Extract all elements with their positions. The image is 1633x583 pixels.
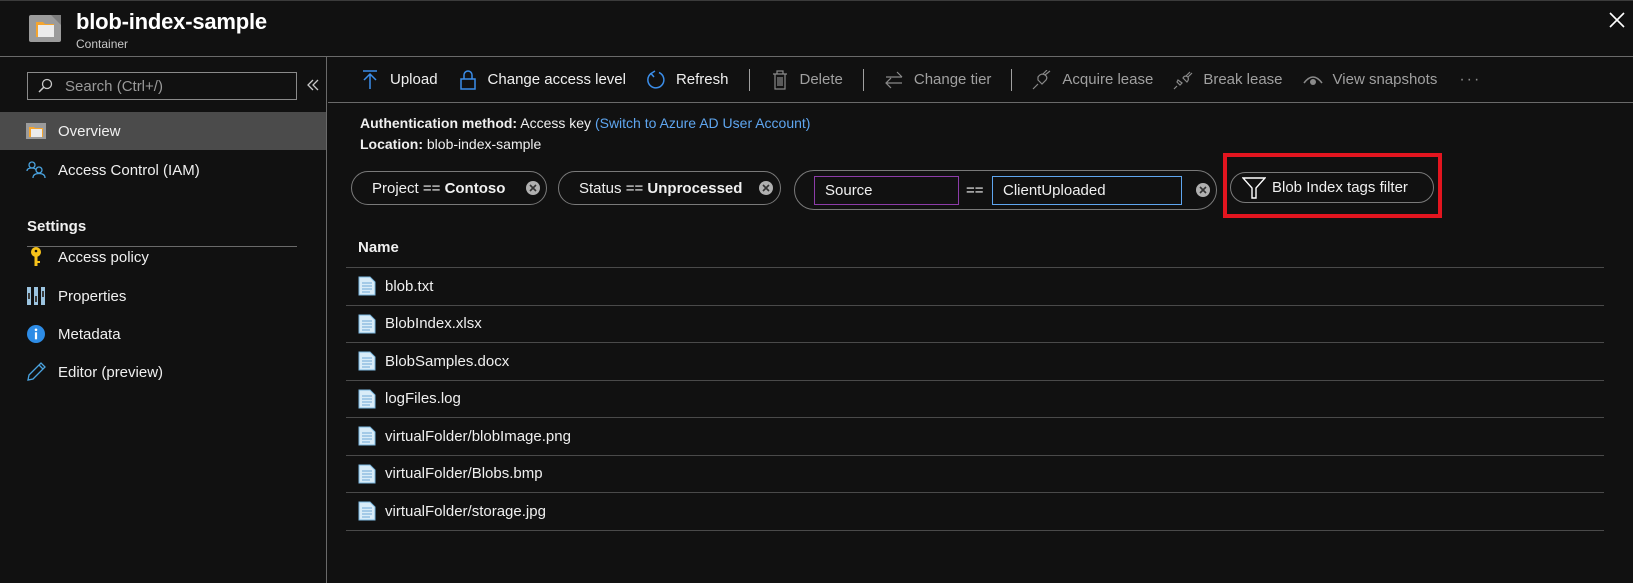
auth-method-line: Authentication method: Access key (Switc… [360,115,810,131]
blob-name[interactable]: logFiles.log [385,390,461,407]
sidebar-item-overview[interactable]: Overview [0,112,326,150]
table-row[interactable]: virtualFolder/Blobs.bmp [346,456,1604,493]
command-bar: Upload Change access level Refresh Delet… [328,57,1633,103]
blob-name[interactable]: virtualFolder/blobImage.png [385,428,571,445]
sidebar-item-metadata[interactable]: Metadata [0,315,326,353]
blob-list-table: Name blob.txt BlobIndex.xlsx BlobSamples.d… [346,228,1604,531]
blob-name[interactable]: blob.txt [385,278,433,295]
sidebar: Overview Access Control (IAM) Settings A… [0,57,327,583]
trash-icon [770,69,790,91]
sidebar-item-label: Editor (preview) [58,363,164,381]
file-icon [358,464,376,484]
switch-auth-link[interactable]: (Switch to Azure AD User Account) [595,115,811,131]
sidebar-search[interactable] [27,72,297,100]
eye-icon [1302,69,1323,91]
plug-icon [1032,69,1052,91]
filter-funnel-icon [1242,176,1266,199]
file-icon [358,426,376,446]
remove-filter-icon[interactable] [759,181,773,195]
sidebar-item-access-control[interactable]: Access Control (IAM) [0,151,326,189]
filter-tag-text: Status == Unprocessed [579,179,743,197]
file-icon [358,314,376,334]
blob-name[interactable]: BlobSamples.docx [385,353,509,370]
file-icon [358,276,376,296]
sidebar-item-properties[interactable]: Properties [0,277,326,315]
close-icon[interactable] [1608,11,1626,29]
properties-icon [26,286,46,306]
info-icon [26,324,46,344]
refresh-button[interactable]: Refresh [646,57,729,103]
toolbar-separator [862,68,864,91]
blade-header: blob-index-sample Container [0,0,1633,57]
refresh-icon [646,69,666,91]
upload-button[interactable]: Upload [360,57,438,103]
lock-icon [458,69,478,91]
people-icon [26,160,46,180]
location-line: Location: blob-index-sample [360,136,541,152]
table-row[interactable]: BlobIndex.xlsx [346,306,1604,343]
page-subtitle: Container [76,37,129,51]
auth-label: Authentication method: [360,115,518,131]
acquire-lease-button[interactable]: Acquire lease [1032,57,1153,103]
file-icon [358,389,376,409]
location-value: blob-index-sample [426,136,542,152]
sidebar-item-label: Access Control (IAM) [58,161,200,179]
blob-name[interactable]: BlobIndex.xlsx [385,315,482,332]
unplug-icon [1173,69,1193,91]
table-row[interactable]: virtualFolder/blobImage.png [346,418,1604,456]
page-title: blob-index-sample [76,9,267,34]
table-row[interactable]: BlobSamples.docx [346,343,1604,381]
table-row[interactable]: logFiles.log [346,381,1604,418]
toolbar-separator [748,68,750,91]
key-icon [26,247,46,267]
location-label: Location: [360,136,423,152]
remove-filter-icon[interactable] [1196,183,1210,197]
table-row[interactable]: blob.txt [346,268,1604,306]
filter-tag-text: Project == Contoso [372,179,506,197]
view-snapshots-button[interactable]: View snapshots [1302,57,1437,103]
settings-section-title: Settings [27,218,87,235]
remove-filter-icon[interactable] [526,181,540,195]
change-tier-button[interactable]: Change tier [884,57,991,103]
sidebar-item-label: Overview [58,122,121,140]
sidebar-item-editor[interactable]: Editor (preview) [0,353,326,391]
tag-value-input[interactable] [992,176,1182,205]
break-lease-button[interactable]: Break lease [1173,57,1283,103]
table-row[interactable]: virtualFolder/storage.jpg [346,493,1604,531]
search-input[interactable] [65,77,285,95]
upload-icon [360,69,380,91]
sidebar-item-access-policy[interactable]: Access policy [0,238,326,276]
toolbar-separator [1011,68,1013,91]
blob-index-tags-filter-button[interactable]: Blob Index tags filter [1230,172,1434,203]
filter-editor-pill: == [794,170,1217,210]
blob-name[interactable]: virtualFolder/storage.jpg [385,503,546,520]
container-folder-icon [29,15,61,42]
blob-name[interactable]: virtualFolder/Blobs.bmp [385,465,543,482]
double-chevron-left-icon[interactable] [305,77,321,93]
change-access-level-button[interactable]: Change access level [458,57,626,103]
swap-arrows-icon [884,69,904,91]
file-icon [358,501,376,521]
auth-value: Access key [520,115,592,131]
file-icon [358,351,376,371]
main-content: Upload Change access level Refresh Delet… [328,57,1633,583]
filter-tag-pill[interactable]: Project == Contoso [351,171,547,205]
pencil-icon [26,362,46,382]
filter-operator: == [966,182,984,199]
filter-tag-pill[interactable]: Status == Unprocessed [558,171,781,205]
sidebar-item-label: Access policy [58,248,149,266]
more-commands-button[interactable]: ··· [1459,71,1481,89]
column-header-name[interactable]: Name [346,228,1604,268]
sidebar-item-label: Metadata [58,325,121,343]
tag-key-input[interactable] [814,176,959,205]
delete-button[interactable]: Delete [770,57,843,103]
search-icon [38,78,53,93]
container-icon [26,121,46,141]
sidebar-item-label: Properties [58,287,127,305]
